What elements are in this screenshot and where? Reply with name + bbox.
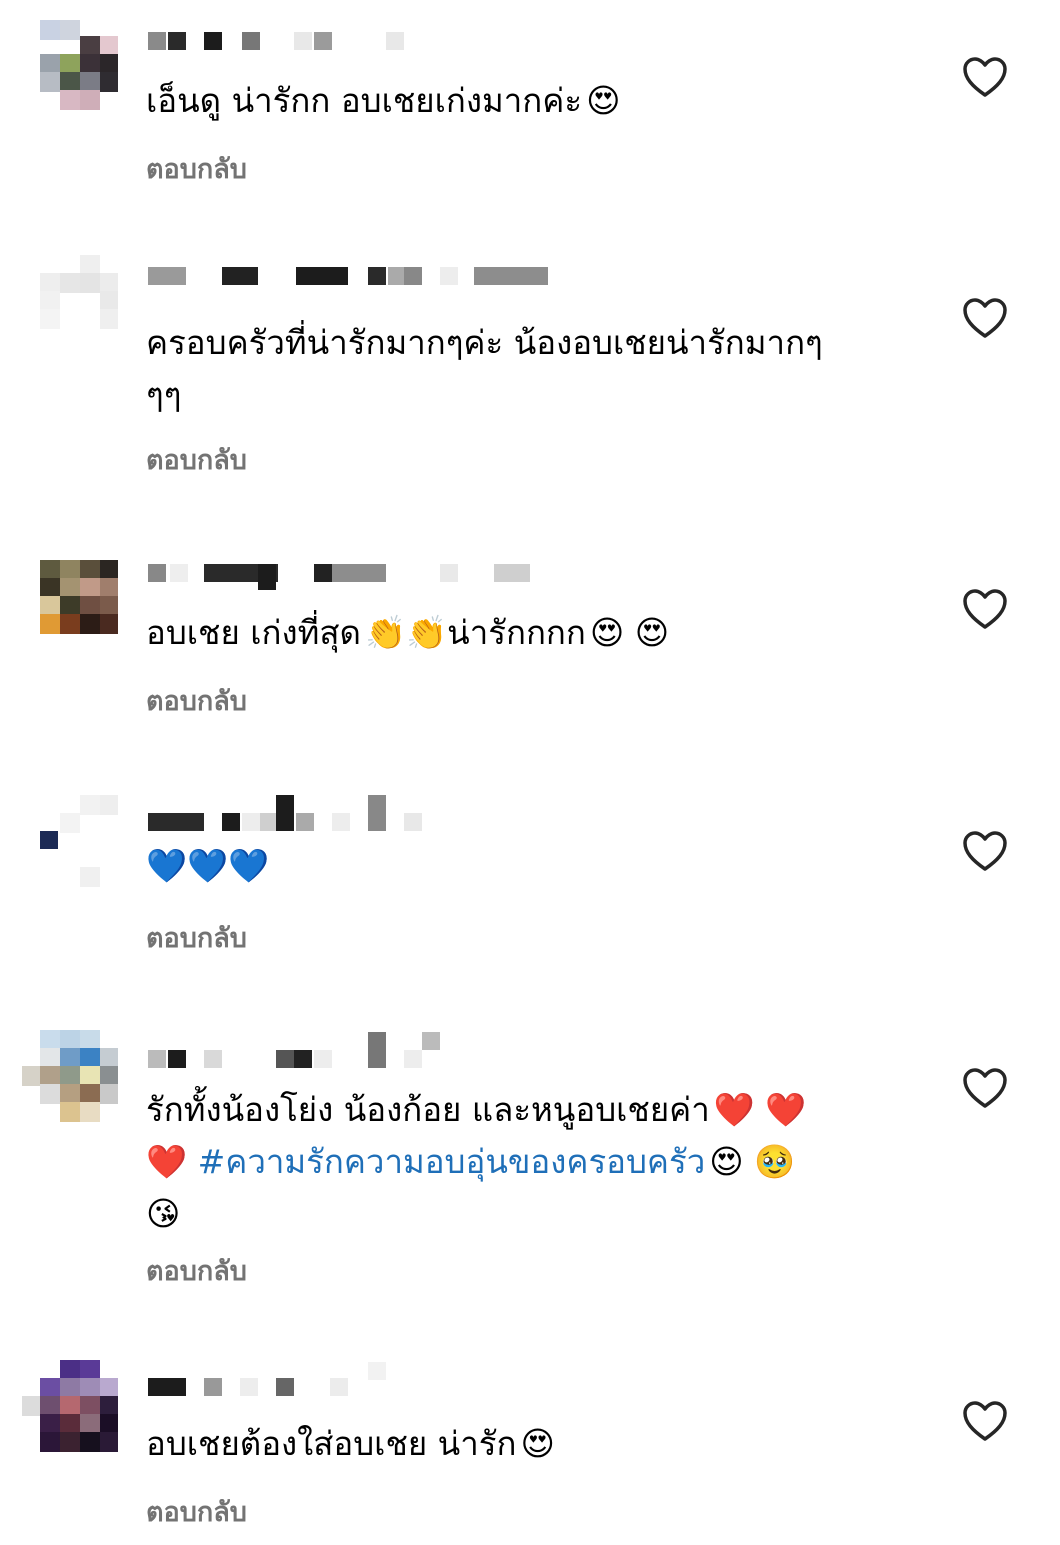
heart-outline-icon[interactable] [962,830,1008,872]
comment-text-line: 😘 [146,1188,906,1240]
avatar[interactable] [22,552,118,648]
heart-eyes-emoji: 😍 [586,81,621,120]
username-redacted[interactable] [148,32,568,62]
comment-text-line: รักทั้งน้องโย่ง น้องก้อย และหนูอบเชยค่า ❤… [146,1084,906,1136]
username-redacted[interactable] [148,795,568,837]
comment-text: 💙💙💙 [146,840,906,892]
heart-outline-icon[interactable] [962,56,1008,98]
heart-outline-icon[interactable] [962,588,1008,630]
username-redacted[interactable] [148,564,568,594]
blue-heart-emoji: 💙💙💙 [146,846,270,885]
reply-button[interactable]: ตอบกลับ [146,916,247,959]
username-redacted[interactable] [148,267,568,297]
comment-text-content: รักทั้งน้องโย่ง น้องก้อย และหนูอบเชยค่า [146,1090,710,1129]
heart-eyes-emoji: 😍 😍 [589,613,670,652]
comment-text-content: อบเชย เก่งที่สุด [146,613,361,652]
hashtag-link[interactable]: #ความรักความอบอุ่นของครอบครัว [198,1142,706,1181]
comment-text-line: ครอบครัวที่น่ารักมากๆค่ะ น้องอบเชยน่ารัก… [146,323,823,362]
heart-outline-icon[interactable] [962,297,1008,339]
heart-outline-icon[interactable] [962,1067,1008,1109]
avatar[interactable] [22,255,118,351]
clapping-hands-emoji: 👏👏 [364,613,448,652]
comment-text: รักทั้งน้องโย่ง น้องก้อย และหนูอบเชยค่า ❤… [146,1084,906,1240]
comment-text-content: อบเชยต้องใส่อบเชย น่ารัก [146,1424,517,1463]
reply-button[interactable]: ตอบกลับ [146,1490,247,1533]
comment-text-content: น่ารักกกก [447,613,586,652]
avatar[interactable] [22,20,118,116]
heart-outline-icon[interactable] [962,1400,1008,1442]
comment-text: ครอบครัวที่น่ารักมากๆค่ะ น้องอบเชยน่ารัก… [146,317,906,421]
comment-text-line: ๆๆ [146,375,182,414]
reply-button[interactable]: ตอบกลับ [146,147,247,190]
avatar[interactable] [22,1360,118,1456]
avatar[interactable] [22,1030,118,1126]
reply-button[interactable]: ตอบกลับ [146,1249,247,1292]
face-blowing-kiss-emoji: 😘 [146,1194,181,1233]
comment-text: อบเชยต้องใส่อบเชย น่ารัก 😍 [146,1418,906,1470]
red-heart-emoji: ❤️ [146,1142,188,1181]
comment-text: อบเชย เก่งที่สุด 👏👏น่ารักกกก 😍 😍 [146,607,906,659]
username-redacted[interactable] [148,1032,568,1072]
red-heart-emoji: ❤️ ❤️ [713,1090,807,1129]
reply-button[interactable]: ตอบกลับ [146,679,247,722]
comment-text-content: เอ็นดู น่ารักก อบเชยเก่งมากค่ะ [146,81,583,120]
avatar[interactable] [22,795,118,891]
heart-eyes-pleading-emoji: 😍 🥹 [709,1142,796,1181]
reply-button[interactable]: ตอบกลับ [146,438,247,481]
comment-text-line: ❤️ #ความรักความอบอุ่นของครอบครัว 😍 🥹 [146,1136,906,1188]
username-redacted[interactable] [148,1362,568,1402]
heart-eyes-emoji: 😍 [520,1424,555,1463]
comment-text: เอ็นดู น่ารักก อบเชยเก่งมากค่ะ 😍 [146,75,906,127]
